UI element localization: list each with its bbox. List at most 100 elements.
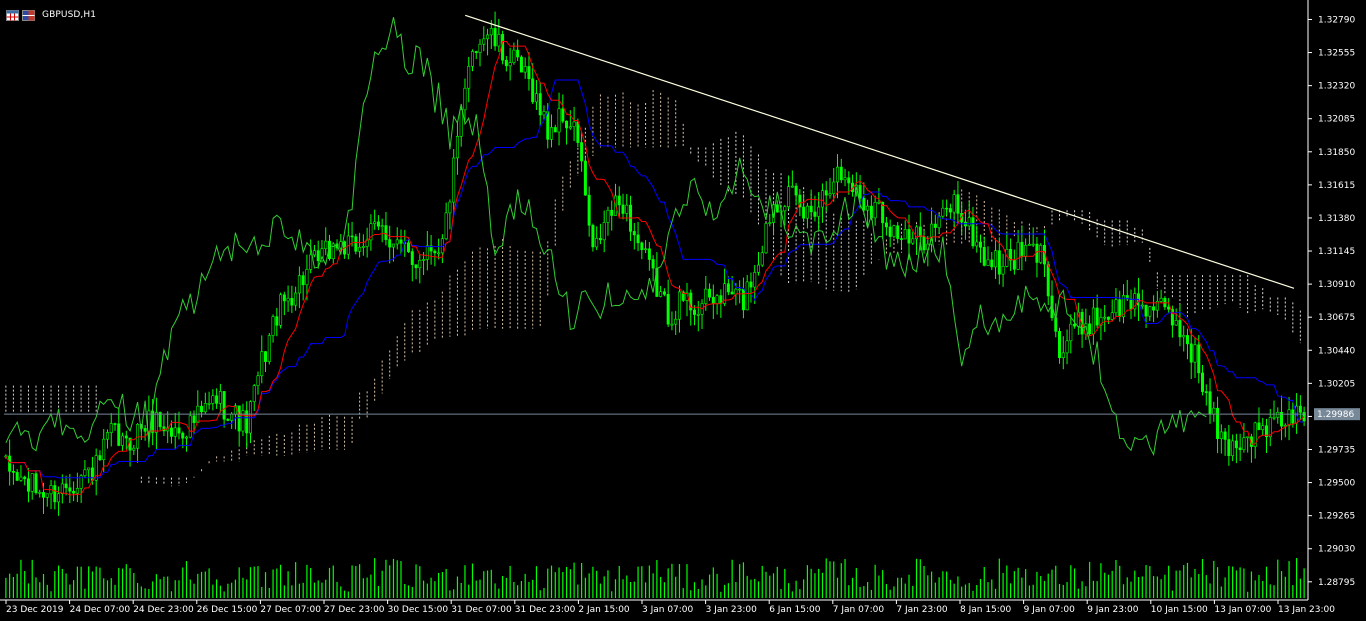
candle-body	[448, 201, 452, 214]
candle-body	[501, 34, 505, 61]
candle-body	[775, 204, 779, 213]
candle-body	[290, 297, 294, 306]
candle-body	[19, 476, 23, 481]
candle-body	[192, 415, 196, 424]
candle-body	[632, 231, 636, 236]
trendline	[465, 14, 1295, 289]
candle-body	[666, 294, 670, 325]
candle-body	[580, 142, 584, 162]
candle-body	[297, 275, 301, 294]
candle-body	[26, 478, 30, 492]
candle-body	[715, 295, 719, 304]
candle-body	[211, 395, 215, 404]
candle-body	[109, 423, 113, 433]
candle-body	[459, 109, 463, 137]
candle-body	[90, 467, 94, 481]
candle-body	[749, 281, 753, 288]
candle-body	[670, 323, 674, 326]
candle-body	[820, 190, 824, 208]
candle-body	[862, 197, 866, 211]
candle-body	[188, 415, 192, 438]
time-tick-label: 24 Dec 07:00	[70, 605, 131, 615]
candle-body	[361, 246, 365, 248]
candle-body	[1291, 409, 1295, 424]
candle-body	[1095, 307, 1099, 326]
candle-body	[828, 193, 832, 196]
price-chart[interactable]: 1.32790 1.32555 1.32320 1.32085 1.31850 1.316…	[0, 0, 1366, 621]
candle-body	[809, 205, 813, 213]
candle-body	[553, 127, 557, 133]
candle-body	[1178, 320, 1182, 338]
candle-body	[260, 351, 264, 377]
candle-body	[1114, 299, 1118, 314]
candle-body	[489, 28, 493, 36]
candle-body	[527, 66, 531, 80]
candle-body	[1046, 263, 1050, 297]
candle-body	[899, 238, 903, 240]
candle-body	[384, 225, 388, 240]
candle-body	[98, 455, 102, 461]
time-tick-label: 26 Dec 15:00	[197, 605, 258, 615]
candle-body	[87, 467, 91, 471]
candle-body	[802, 206, 806, 219]
candle-body	[1189, 343, 1193, 363]
candle-body	[512, 49, 516, 63]
time-tick-label: 10 Jan 15:00	[1151, 605, 1208, 615]
time-tick-label: 13 Jan 07:00	[1214, 605, 1271, 615]
candle-body	[474, 51, 478, 53]
candle-body	[38, 492, 42, 494]
candle-body	[136, 424, 140, 449]
candle-body	[497, 34, 501, 47]
candle-body	[794, 185, 798, 196]
candle-body	[1246, 436, 1250, 439]
price-tick-label: 1.31380	[1318, 214, 1355, 224]
candle-body	[1058, 331, 1062, 359]
price-candles	[4, 11, 1306, 516]
candle-body	[72, 490, 76, 494]
candle-body	[1061, 352, 1065, 359]
candle-body	[1298, 405, 1302, 413]
candle-body	[651, 259, 655, 269]
candle-body	[888, 226, 892, 237]
candle-body	[1016, 241, 1020, 270]
candle-body	[444, 212, 448, 240]
candle-body	[1118, 299, 1122, 318]
candle-body	[576, 121, 580, 143]
candle-body	[467, 66, 471, 89]
candle-body	[866, 205, 870, 211]
candle-body	[102, 438, 106, 461]
candle-body	[813, 211, 817, 217]
candle-body	[892, 225, 896, 237]
candle-body	[708, 288, 712, 298]
candle-body	[990, 259, 994, 268]
candle-body	[354, 236, 358, 252]
candle-body	[169, 427, 173, 437]
candle-body	[1204, 391, 1208, 393]
candle-body	[1103, 316, 1107, 319]
candle-body	[730, 291, 734, 295]
candle-body	[1212, 407, 1216, 415]
candle-body	[587, 194, 591, 226]
candle-body	[309, 254, 313, 270]
candle-body	[185, 436, 189, 439]
candle-body	[534, 93, 538, 103]
chart-window[interactable]: GBPUSD,H1 1.32790 1.32555 1.32320 1.32085 1.…	[0, 0, 1366, 621]
candle-body	[674, 318, 678, 325]
candle-body	[316, 250, 320, 262]
candle-body	[45, 493, 49, 498]
candle-body	[23, 476, 27, 480]
candle-body	[1174, 320, 1178, 326]
candle-body	[644, 248, 648, 251]
candle-body	[546, 111, 550, 140]
time-tick-label: 27 Dec 23:00	[324, 605, 385, 615]
candle-body	[1201, 372, 1205, 392]
candle-body	[75, 488, 79, 494]
candle-body	[1152, 306, 1156, 311]
candle-body	[677, 291, 681, 320]
candle-body	[982, 246, 986, 266]
candle-body	[542, 111, 546, 116]
candle-body	[843, 177, 847, 181]
candle-body	[787, 186, 791, 208]
candle-body	[986, 259, 990, 266]
candle-body	[817, 206, 821, 217]
